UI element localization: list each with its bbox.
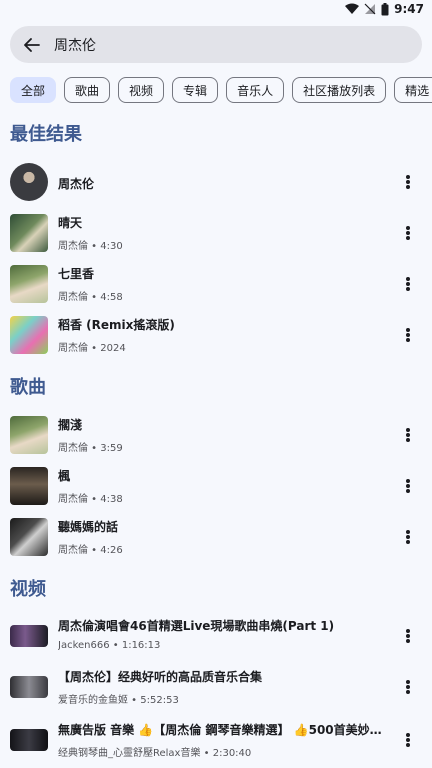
more-options-icon[interactable]: [400, 478, 416, 494]
section-title-top-results: 最佳结果: [10, 124, 82, 145]
item-subtitle: 周杰倫 • 4:58: [58, 292, 123, 303]
chip-songs[interactable]: 歌曲: [64, 77, 111, 103]
more-options-icon[interactable]: [400, 276, 416, 292]
more-options-icon[interactable]: [400, 174, 416, 190]
chip-community-playlists[interactable]: 社区播放列表: [292, 77, 387, 103]
more-options-icon[interactable]: [400, 679, 416, 695]
list-item-video[interactable]: 周杰倫演唱會46首精選Live現場歌曲串燒(Part 1) Jacken666 …: [0, 611, 432, 661]
album-art: [10, 316, 48, 354]
chip-videos[interactable]: 视频: [118, 77, 165, 103]
search-query[interactable]: 周杰伦: [54, 35, 96, 55]
list-item-song[interactable]: 聽媽媽的話 周杰倫 • 4:26: [0, 512, 432, 562]
album-art: [10, 416, 48, 454]
album-art: [10, 265, 48, 303]
item-subtitle: 周杰倫 • 4:30: [58, 241, 123, 252]
item-title: 楓: [58, 469, 71, 483]
more-options-icon[interactable]: [400, 327, 416, 343]
album-art: [10, 467, 48, 505]
chip-featured[interactable]: 精选: [394, 77, 432, 103]
item-subtitle: 周杰倫 • 2024: [58, 343, 126, 354]
more-options-icon[interactable]: [400, 225, 416, 241]
signal-off-icon: [364, 3, 376, 15]
filter-chips: 全部 歌曲 视频 专辑 音乐人 社区播放列表 精选: [10, 77, 432, 103]
status-time: 9:47: [394, 2, 424, 16]
list-item-video[interactable]: 【周杰伦】经典好听的高品质音乐合集 爱音乐的金鱼姬 • 5:52:53: [0, 662, 432, 712]
video-thumbnail: [10, 625, 48, 647]
video-thumbnail: [10, 729, 48, 751]
item-title: 稻香 (Remix搖滾版): [58, 318, 175, 332]
item-subtitle: 周杰倫 • 4:38: [58, 494, 123, 505]
item-title: 周杰倫演唱會46首精選Live現場歌曲串燒(Part 1): [58, 619, 335, 633]
status-bar: 9:47: [0, 0, 432, 20]
chip-artists[interactable]: 音乐人: [226, 77, 285, 103]
item-subtitle: 经典钢琴曲_心靈舒壓Relax音樂 • 2:30:40: [58, 748, 252, 759]
item-title: 【周杰伦】经典好听的高品质音乐合集: [58, 670, 263, 684]
section-title-videos: 视频: [10, 579, 46, 600]
list-item-song[interactable]: 七里香 周杰倫 • 4:58: [0, 259, 432, 309]
list-item-video[interactable]: 無廣告版 音樂 👍【周杰倫 鋼琴音樂精選】 👍500首美妙的… 经典钢琴曲_心靈…: [0, 715, 432, 765]
battery-icon: [381, 2, 389, 15]
section-title-songs: 歌曲: [10, 377, 46, 398]
artist-avatar: [10, 163, 48, 201]
item-title: 周杰伦: [58, 177, 95, 191]
back-arrow-icon[interactable]: [10, 26, 54, 63]
more-options-icon[interactable]: [400, 427, 416, 443]
item-title: 晴天: [58, 216, 83, 230]
status-icons: 9:47: [345, 2, 424, 16]
item-subtitle: 周杰倫 • 3:59: [58, 443, 123, 454]
search-bar[interactable]: 周杰伦: [10, 26, 422, 63]
item-title: 擱淺: [58, 418, 83, 432]
list-item-artist[interactable]: 周杰伦: [0, 157, 432, 207]
list-item-song[interactable]: 擱淺 周杰倫 • 3:59: [0, 410, 432, 460]
item-title: 聽媽媽的話: [58, 520, 119, 534]
chip-albums[interactable]: 专辑: [172, 77, 219, 103]
item-title: 無廣告版 音樂 👍【周杰倫 鋼琴音樂精選】 👍500首美妙的…: [58, 723, 384, 737]
more-options-icon[interactable]: [400, 628, 416, 644]
wifi-icon: [345, 3, 360, 14]
more-options-icon[interactable]: [400, 732, 416, 748]
list-item-song[interactable]: 楓 周杰倫 • 4:38: [0, 461, 432, 511]
list-item-song[interactable]: 晴天 周杰倫 • 4:30: [0, 208, 432, 258]
item-subtitle: 周杰倫 • 4:26: [58, 545, 123, 556]
more-options-icon[interactable]: [400, 529, 416, 545]
item-subtitle: Jacken666 • 1:16:13: [58, 640, 161, 651]
album-art: [10, 214, 48, 252]
chip-all[interactable]: 全部: [10, 77, 57, 103]
list-item-album[interactable]: 稻香 (Remix搖滾版) 周杰倫 • 2024: [0, 310, 432, 360]
item-title: 七里香: [58, 267, 95, 281]
item-subtitle: 爱音乐的金鱼姬 • 5:52:53: [58, 695, 179, 706]
album-art: [10, 518, 48, 556]
video-thumbnail: [10, 676, 48, 698]
